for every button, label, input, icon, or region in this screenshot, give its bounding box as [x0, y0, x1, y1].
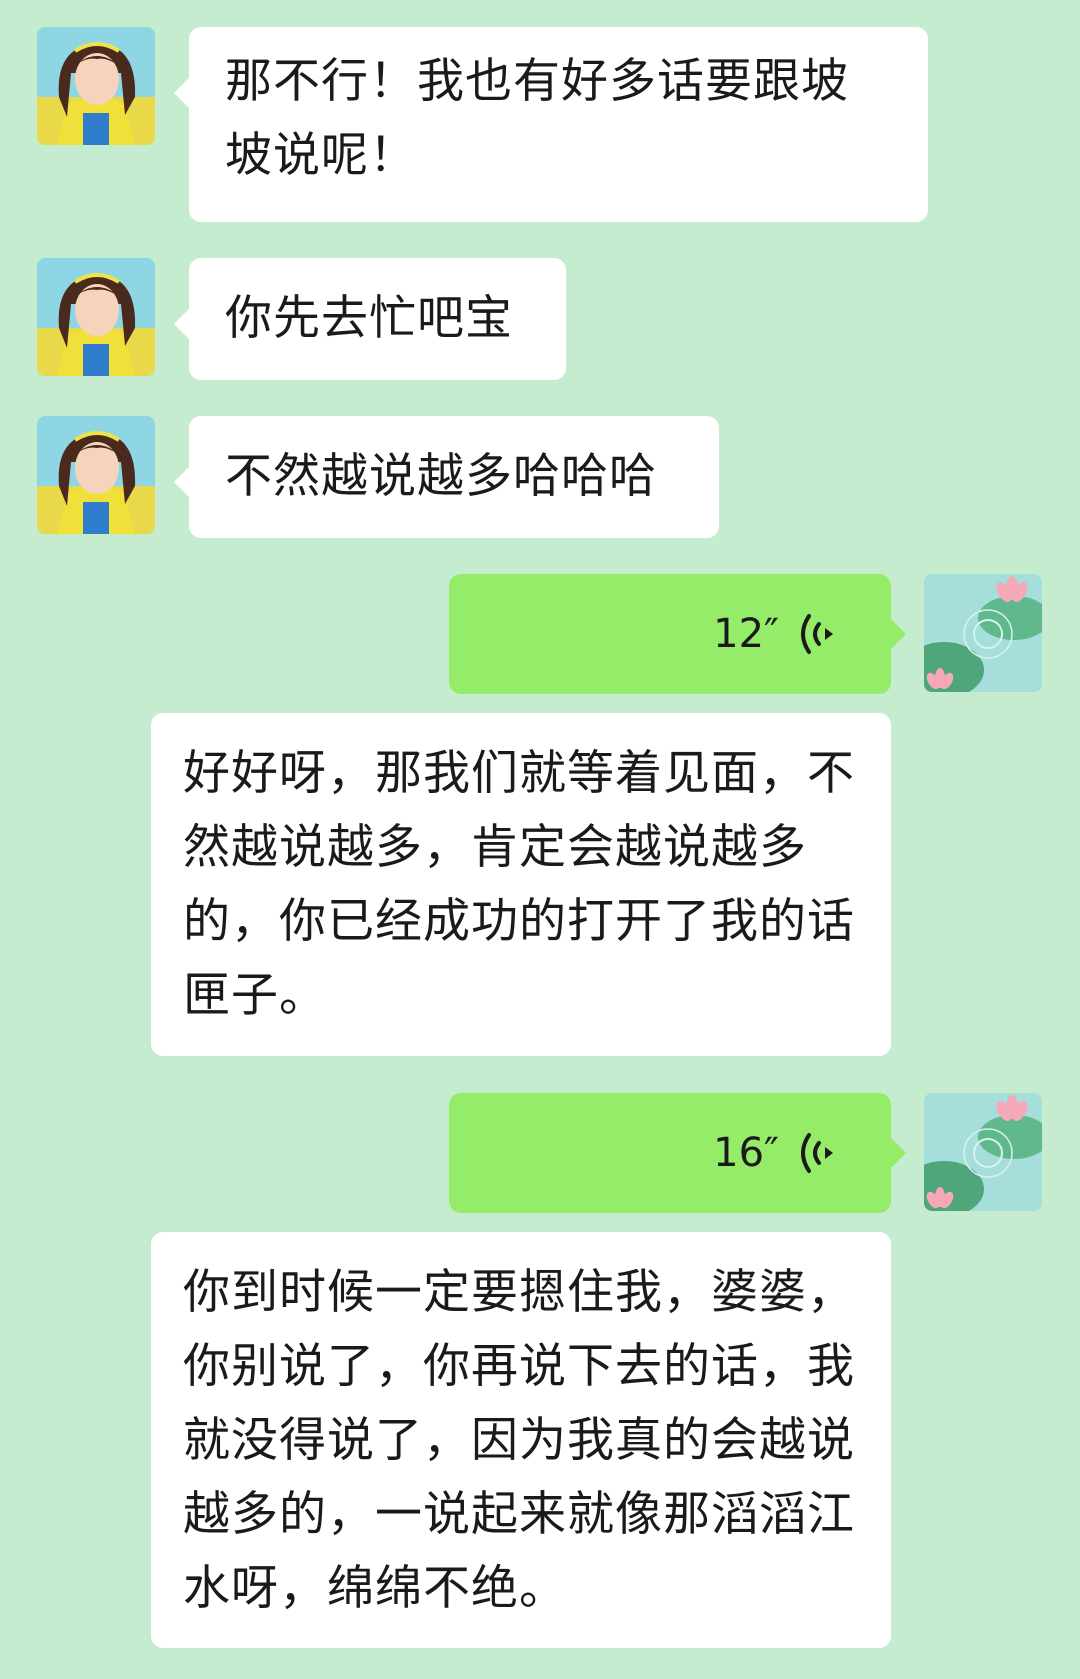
girl-portrait-avatar-icon	[37, 27, 155, 145]
message-text: 那不行！我也有好多话要跟坡坡说呢！	[225, 54, 849, 183]
voice-wave-icon	[801, 614, 833, 654]
voice-message-bubble-2[interactable]: 16″	[449, 1093, 906, 1213]
lotus-pond-avatar-icon	[924, 1093, 1042, 1211]
message-bubble-1[interactable]: 那不行！我也有好多话要跟坡坡说呢！	[174, 27, 928, 222]
other-avatar[interactable]	[37, 416, 155, 534]
other-avatar[interactable]	[37, 27, 155, 145]
my-avatar[interactable]	[924, 1093, 1042, 1211]
message-text: 你到时候一定要摁住我，婆婆，你别说了，你再说下去的话，我就没得说了，因为我真的会…	[183, 1265, 855, 1616]
message-text: 不然越说越多哈哈哈	[225, 449, 657, 504]
girl-portrait-avatar-icon	[37, 416, 155, 534]
message-bubble-3[interactable]: 不然越说越多哈哈哈	[174, 416, 719, 538]
message-text: 好好呀，那我们就等着见面，不然越说越多，肯定会越说越多的，你已经成功的打开了我的…	[183, 746, 855, 1023]
message-bubble-5[interactable]: 好好呀，那我们就等着见面，不然越说越多，肯定会越说越多的，你已经成功的打开了我的…	[151, 713, 891, 1056]
voice-duration: 16″	[713, 1130, 779, 1176]
lotus-pond-avatar-icon	[924, 574, 1042, 692]
my-avatar[interactable]	[924, 574, 1042, 692]
message-text: 你先去忙吧宝	[225, 291, 513, 346]
voice-wave-icon	[801, 1133, 833, 1173]
message-bubble-2[interactable]: 你先去忙吧宝	[174, 258, 566, 380]
message-bubble-7[interactable]: 你到时候一定要摁住我，婆婆，你别说了，你再说下去的话，我就没得说了，因为我真的会…	[151, 1232, 891, 1648]
voice-duration: 12″	[713, 611, 779, 657]
other-avatar[interactable]	[37, 258, 155, 376]
girl-portrait-avatar-icon	[37, 258, 155, 376]
voice-message-bubble-1[interactable]: 12″	[449, 574, 906, 694]
